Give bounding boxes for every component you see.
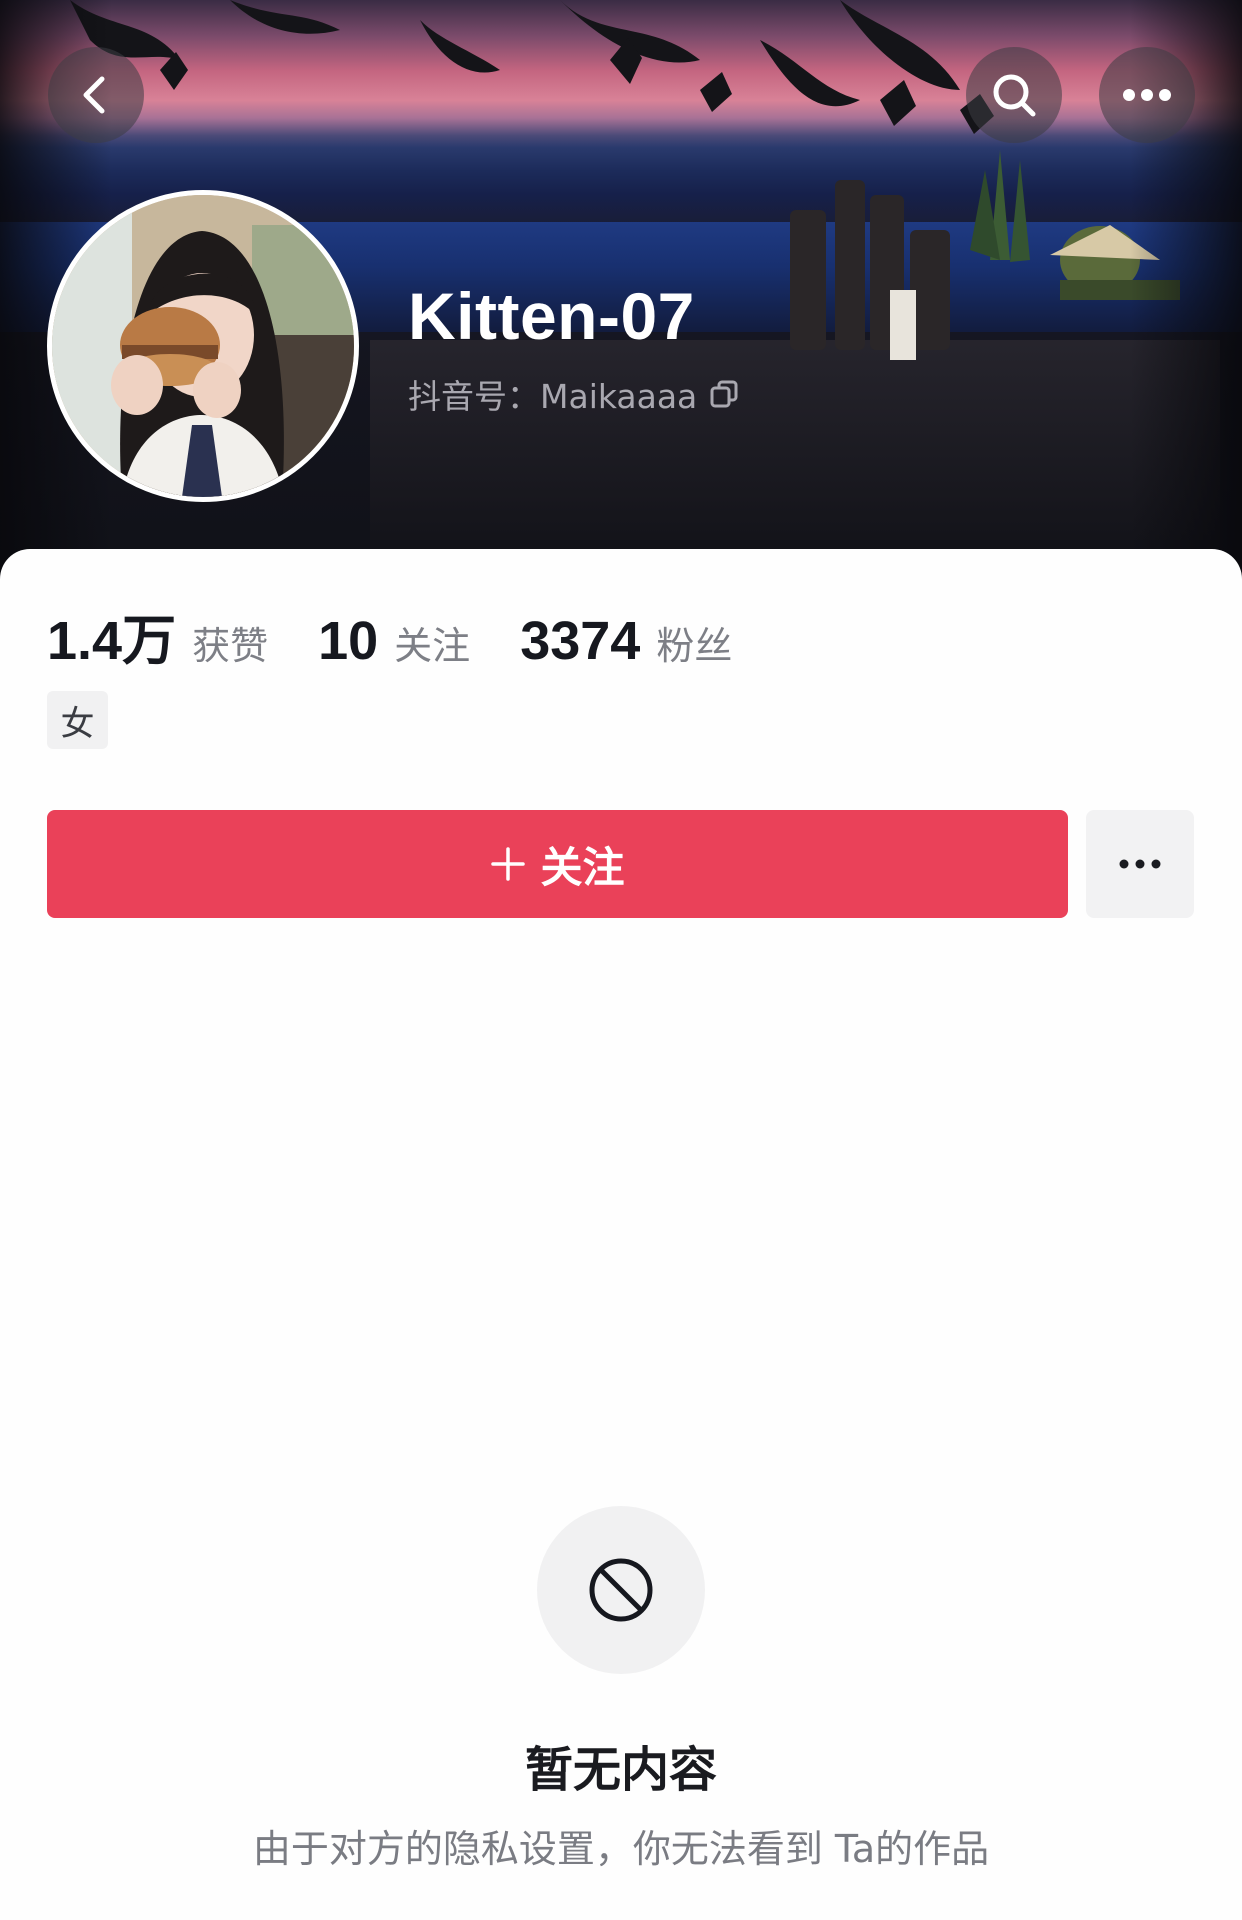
search-button[interactable] <box>966 47 1062 143</box>
profile-stats: 1.4万 获赞 10 关注 3374 粉丝 <box>47 596 782 675</box>
copy-icon[interactable] <box>709 379 739 409</box>
empty-state-title: 暂无内容 <box>524 1742 717 1798</box>
profile-screen: Kitten-07 抖音号：Maikaaaa 1.4万 获赞 10 关注 337… <box>0 0 1242 1920</box>
more-actions-button[interactable] <box>1086 810 1194 918</box>
follow-button-label: 关注 <box>540 842 625 892</box>
back-button[interactable] <box>48 47 144 143</box>
stat-likes[interactable]: 1.4万 获赞 <box>47 596 268 675</box>
avatar[interactable] <box>47 190 359 502</box>
header-more-button[interactable] <box>1099 47 1195 143</box>
follow-button[interactable]: 关注 <box>47 810 1068 918</box>
more-horizontal-icon <box>1123 89 1171 101</box>
stat-followers[interactable]: 3374 粉丝 <box>520 610 732 672</box>
stat-value: 1.4万 <box>47 611 177 671</box>
chevron-left-icon <box>83 76 105 114</box>
no-entry-icon <box>589 1558 653 1622</box>
empty-state-description: 由于对方的隐私设置，你无法看到 Ta的作品 <box>252 1827 990 1871</box>
profile-card <box>0 549 1242 1920</box>
douyin-id[interactable]: 抖音号：Maikaaaa <box>408 370 739 418</box>
empty-state-icon-wrap <box>537 1506 705 1674</box>
douyin-id-text: 抖音号：Maikaaaa <box>408 377 698 416</box>
stat-label: 粉丝 <box>656 624 733 668</box>
stat-value: 10 <box>318 611 379 671</box>
stat-label: 获赞 <box>192 624 269 668</box>
plus-icon <box>491 847 526 881</box>
gender-tag: 女 <box>47 691 108 749</box>
more-horizontal-icon <box>1119 859 1161 869</box>
profile-nickname: Kitten-07 <box>408 279 695 353</box>
avatar-photo <box>52 195 354 497</box>
stat-following[interactable]: 10 关注 <box>318 610 470 672</box>
stat-value: 3374 <box>520 611 641 671</box>
search-icon <box>993 74 1036 117</box>
stat-label: 关注 <box>394 624 471 668</box>
